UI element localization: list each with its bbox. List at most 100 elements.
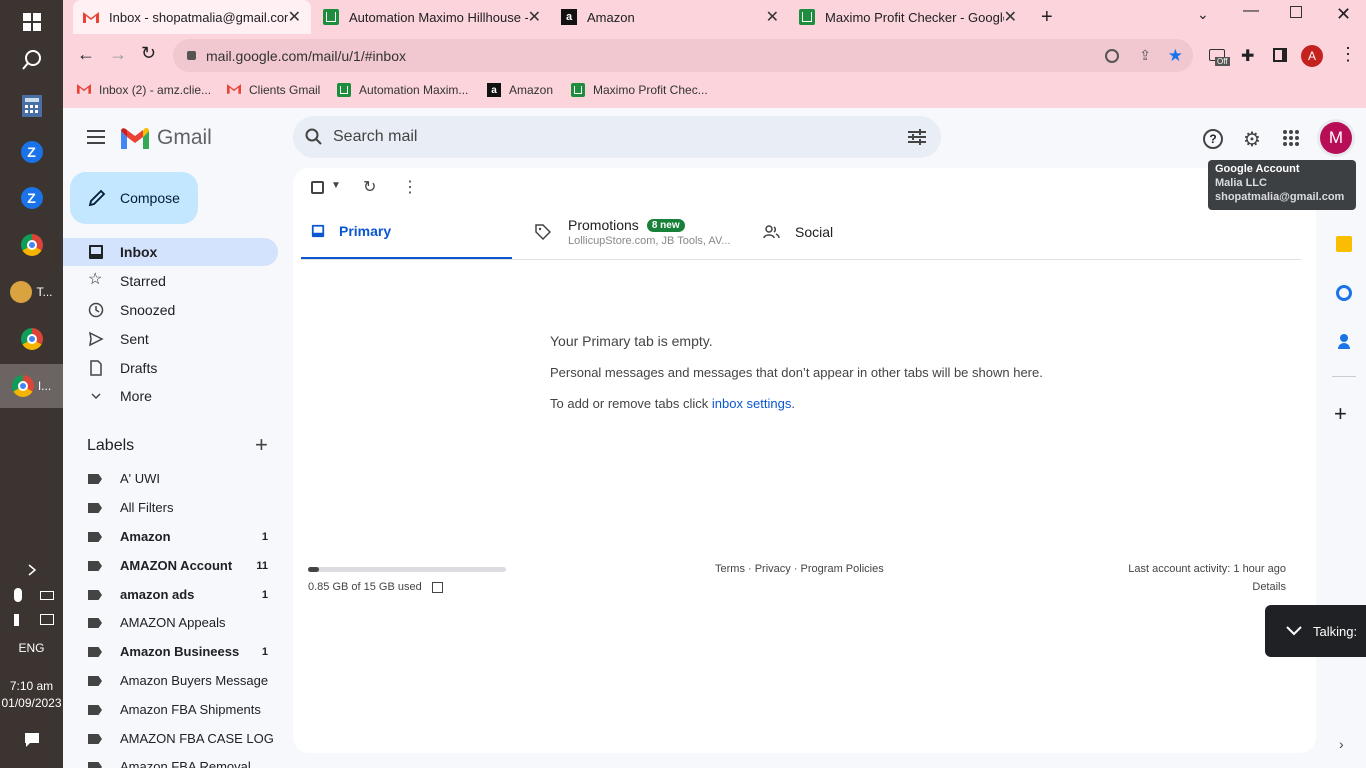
bookmark-item[interactable]: Maximo Profit Chec... (571, 79, 708, 101)
close-window-icon[interactable]: ✕ (1336, 4, 1351, 25)
browser-tab[interactable]: Automation Maximo Hillhouse - ✕ (313, 0, 551, 34)
settings-gear-icon[interactable]: ⚙ (1243, 127, 1261, 152)
label-item[interactable]: Amazon Buyers Message (63, 666, 278, 695)
gmail-logo[interactable]: Gmail (121, 126, 212, 150)
browser-tab[interactable]: a Amazon ✕ (551, 0, 789, 34)
get-addons-icon[interactable]: + (1334, 401, 1347, 427)
volume-icon[interactable] (14, 614, 28, 626)
inbox-settings-link[interactable]: inbox settings (712, 396, 792, 411)
search-input[interactable]: Search mail (293, 116, 941, 158)
account-avatar[interactable]: M (1320, 122, 1352, 154)
footer-links[interactable]: Terms · Privacy · Program Policies (715, 563, 884, 575)
extension-icon[interactable]: Off (1209, 49, 1230, 67)
forward-icon[interactable]: → (109, 44, 127, 65)
language-indicator[interactable]: ENG (0, 640, 63, 657)
contacts-icon[interactable] (1338, 334, 1350, 350)
search-icon[interactable] (305, 128, 323, 146)
zoho-app-2[interactable]: Z (0, 176, 63, 220)
nav-more[interactable]: More (63, 382, 278, 410)
bookmark-item[interactable]: Clients Gmail (227, 79, 320, 101)
select-dropdown-icon[interactable]: ▼ (331, 180, 341, 191)
zoho-app[interactable]: Z (0, 130, 63, 174)
taskbar-app-t[interactable]: T... (0, 270, 63, 314)
chrome-active-window[interactable]: I... (0, 364, 63, 408)
open-external-icon[interactable] (431, 581, 443, 593)
chrome-menu-icon[interactable]: ⋮ (1339, 44, 1357, 65)
zoom-icon[interactable] (1105, 48, 1119, 63)
restore-icon[interactable] (1290, 6, 1302, 18)
clock-time[interactable]: 7:10 am (0, 678, 63, 695)
label-item[interactable]: Amazon FBA Shipments (63, 695, 278, 724)
minimize-icon[interactable]: — (1243, 2, 1259, 20)
add-label-icon[interactable]: + (255, 432, 268, 458)
network-icon[interactable] (40, 614, 54, 625)
chrome-app[interactable] (0, 223, 63, 267)
browser-tab[interactable]: Maximo Profit Checker - Google ✕ (789, 0, 1027, 34)
more-options-icon[interactable]: ⋮ (402, 177, 418, 197)
close-tab-icon[interactable]: ✕ (766, 7, 779, 27)
label-item[interactable]: Amazon FBA Removal (63, 752, 278, 768)
bookmark-item[interactable]: Inbox (2) - amz.clie... (77, 79, 211, 101)
clock-date[interactable]: 01/09/2023 (0, 695, 63, 712)
nav-sent[interactable]: Sent (63, 325, 278, 353)
bookmark-item[interactable]: a Amazon (487, 79, 553, 101)
tab-promotions[interactable]: Promotions 8 new LollicupStore.com, JB T… (535, 204, 745, 260)
back-icon[interactable]: ← (77, 44, 95, 65)
storage-bar (308, 567, 506, 572)
compose-button[interactable]: Compose (70, 172, 198, 224)
keep-icon[interactable] (1336, 236, 1352, 252)
tab-social[interactable]: Social (763, 204, 943, 260)
side-apps-rail: + › (1316, 168, 1366, 768)
bookmark-item[interactable]: Automation Maxim... (337, 79, 468, 101)
tab-primary[interactable]: Primary (301, 204, 512, 260)
battery-icon[interactable] (40, 591, 54, 600)
microphone-icon[interactable] (14, 588, 22, 602)
select-all-checkbox[interactable] (311, 181, 324, 194)
label-item[interactable]: AMAZON Account 11 (63, 551, 278, 580)
app-avatar-icon (10, 281, 33, 303)
calculator-app[interactable] (0, 84, 63, 128)
browser-tab[interactable]: Inbox - shopatmalia@gmail.com ✕ (73, 0, 311, 34)
inbox-icon (311, 224, 325, 237)
close-tab-icon[interactable]: ✕ (528, 7, 541, 27)
label-item[interactable]: All Filters (63, 493, 278, 522)
nav-starred[interactable]: ☆ Starred (63, 267, 278, 295)
main-menu-icon[interactable] (87, 130, 105, 144)
show-side-panel-icon[interactable]: › (1339, 736, 1344, 752)
nav-inbox[interactable]: Inbox (63, 238, 278, 266)
talking-toast[interactable]: Talking: (1265, 605, 1366, 657)
close-tab-icon[interactable]: ✕ (1004, 7, 1017, 27)
windows-icon (22, 13, 41, 31)
refresh-icon[interactable]: ↻ (363, 177, 376, 197)
nav-snoozed[interactable]: Snoozed (63, 296, 278, 324)
tab-search-icon[interactable]: ⌄ (1197, 6, 1209, 23)
search-button[interactable] (0, 38, 63, 82)
label-item[interactable]: AMAZON Appeals (63, 608, 278, 637)
reload-icon[interactable]: ↻ (141, 43, 156, 64)
apps-grid-icon[interactable] (1283, 130, 1299, 146)
side-panel-icon[interactable] (1273, 48, 1287, 62)
extensions-puzzle-icon[interactable]: ✚ (1241, 46, 1254, 66)
share-icon[interactable]: ⇪ (1139, 47, 1151, 64)
show-hidden-icons[interactable] (0, 550, 63, 590)
close-tab-icon[interactable]: ✕ (288, 7, 301, 27)
chrome-profile-v[interactable] (0, 317, 63, 361)
notifications-button[interactable] (0, 718, 63, 762)
storage-usage[interactable]: 0.85 GB of 15 GB used (308, 581, 443, 593)
nav-drafts[interactable]: Drafts (63, 354, 278, 382)
bookmark-star-icon[interactable]: ★ (1168, 46, 1183, 66)
profile-avatar[interactable]: A (1301, 45, 1323, 67)
details-link[interactable]: Details (1252, 581, 1286, 593)
label-item[interactable]: Amazon 1 (63, 522, 278, 551)
help-icon[interactable]: ? (1203, 129, 1223, 149)
label-item[interactable]: Amazon Busineess 1 (63, 637, 278, 666)
label-item[interactable]: AMAZON FBA CASE LOG (63, 724, 278, 753)
tasks-icon[interactable] (1336, 285, 1352, 301)
address-bar[interactable]: mail.google.com/mail/u/1/#inbox ⇪ ★ (173, 39, 1193, 72)
chevron-down-icon[interactable] (1286, 626, 1302, 636)
chrome-icon (11, 375, 34, 397)
label-item[interactable]: A' UWI (63, 464, 278, 493)
label-item[interactable]: amazon ads 1 (63, 580, 278, 609)
new-tab-icon[interactable]: + (1041, 6, 1053, 29)
search-options-icon[interactable] (908, 129, 926, 145)
